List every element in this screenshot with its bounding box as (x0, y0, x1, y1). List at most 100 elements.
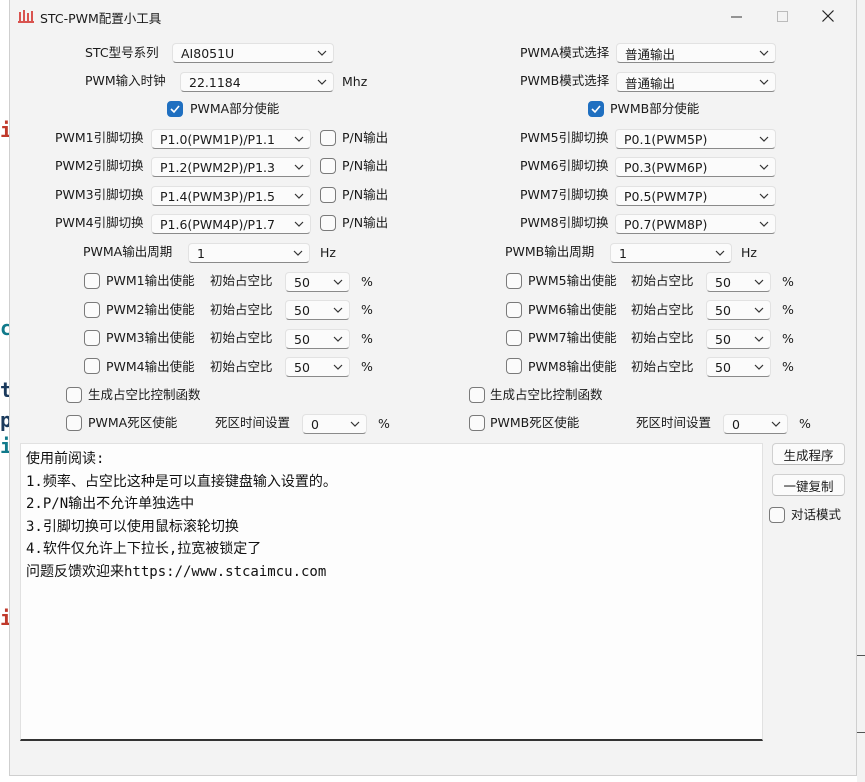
chevron-down-icon (288, 136, 310, 142)
pwma-dead-label: PWMA死区使能 (88, 415, 178, 430)
chevron-down-icon (311, 50, 333, 56)
pwmb-period-label: PWMB输出周期 (505, 244, 595, 259)
output-textarea[interactable]: 使用前阅读: 1.频率、占空比这种是可以直接键盘输入设置的。 2.P/N输出不允… (20, 443, 763, 741)
pwma-period-unit: Hz (320, 245, 336, 260)
pin-label: PWM8引脚切换 (520, 215, 609, 230)
pwma-dead-time-select[interactable]: 0 (302, 414, 367, 434)
chevron-down-icon (748, 279, 770, 285)
duty-value: 50 (294, 274, 310, 290)
pin-value: P0.5(PWM7P) (624, 188, 708, 204)
series-label: STC型号系列 (85, 45, 159, 60)
pn-output-label: P/N输出 (342, 187, 389, 202)
series-select[interactable]: AI8051U (172, 43, 334, 63)
output-enable-checkbox-pwm7[interactable] (506, 330, 522, 346)
pwma-dead-checkbox[interactable] (66, 415, 82, 431)
pn-output-checkbox-pwm3[interactable] (320, 187, 336, 203)
chevron-down-icon (327, 279, 349, 285)
duty-select-pwm1[interactable]: 50 (285, 272, 350, 292)
clock-label: PWM输入时钟 (85, 73, 166, 88)
output-enable-checkbox-pwm1[interactable] (84, 273, 100, 289)
pn-output-checkbox-pwm1[interactable] (320, 130, 336, 146)
duty-select-pwm2[interactable]: 50 (285, 300, 350, 320)
output-enable-label: PWM6输出使能 (528, 302, 617, 317)
text-line: 使用前阅读: (26, 451, 105, 467)
duty-unit: % (361, 274, 373, 289)
mode-a-label: PWMA模式选择 (520, 45, 610, 60)
title-bar[interactable]: STC-PWM配置小工具 (10, 0, 856, 32)
duty-unit: % (361, 331, 373, 346)
mode-a-select[interactable]: 普通输出 (616, 43, 776, 63)
dead-time-unit: % (378, 416, 390, 431)
dead-time-unit: % (799, 416, 811, 431)
duty-select-pwm5[interactable]: 50 (706, 272, 771, 292)
pwmb-dead-checkbox[interactable] (469, 415, 485, 431)
mode-b-value: 普通输出 (625, 75, 676, 91)
pwmb-enable-label: PWMB部分使能 (610, 101, 700, 116)
duty-value: 50 (294, 331, 310, 347)
pin-select-pwm7[interactable]: P0.5(PWM7P) (615, 186, 776, 206)
chevron-down-icon (753, 79, 775, 85)
dialog-mode-label: 对话模式 (791, 507, 842, 522)
duty-value: 50 (715, 274, 731, 290)
output-enable-label: PWM2输出使能 (106, 302, 195, 317)
output-enable-checkbox-pwm4[interactable] (84, 358, 100, 374)
pin-select-pwm8[interactable]: P0.7(PWM8P) (615, 214, 776, 234)
pn-output-checkbox-pwm2[interactable] (320, 158, 336, 174)
pn-output-checkbox-pwm4[interactable] (320, 215, 336, 231)
generate-button[interactable]: 生成程序 (772, 443, 845, 465)
pwma-period-select[interactable]: 1 (188, 243, 310, 263)
gen-func-checkbox-b[interactable] (469, 387, 485, 403)
mode-b-select[interactable]: 普通输出 (616, 72, 776, 92)
duty-label: 初始占空比 (631, 273, 694, 288)
output-enable-checkbox-pwm6[interactable] (506, 302, 522, 318)
close-button[interactable] (805, 0, 851, 32)
pwmb-enable-checkbox[interactable] (588, 101, 604, 117)
pin-value: P1.2(PWM2P)/P1.3 (160, 159, 275, 175)
pin-select-pwm3[interactable]: P1.4(PWM3P)/P1.5 (151, 186, 311, 206)
chevron-down-icon (327, 364, 349, 370)
duty-select-pwm6[interactable]: 50 (706, 300, 771, 320)
pin-select-pwm1[interactable]: P1.0(PWM1P)/P1.1 (151, 129, 311, 149)
duty-select-pwm7[interactable]: 50 (706, 329, 771, 349)
pwmb-period-unit: Hz (741, 245, 757, 260)
pwmb-dead-time-select[interactable]: 0 (723, 414, 788, 434)
duty-select-pwm4[interactable]: 50 (285, 357, 350, 377)
duty-select-pwm3[interactable]: 50 (285, 329, 350, 349)
duty-unit: % (782, 331, 794, 346)
output-enable-checkbox-pwm8[interactable] (506, 358, 522, 374)
text-line: 3.引脚切换可以使用鼠标滚轮切换 (26, 518, 239, 535)
clock-select[interactable]: 22.1184 (180, 72, 334, 92)
duty-label: 初始占空比 (210, 330, 273, 345)
gen-func-checkbox-a[interactable] (66, 387, 82, 403)
pin-value: P1.6(PWM4P)/P1.7 (160, 216, 275, 232)
pin-value: P0.1(PWM5P) (624, 131, 708, 147)
duty-select-pwm8[interactable]: 50 (706, 357, 771, 377)
minimize-icon (730, 16, 742, 17)
dead-time-value: 0 (311, 416, 319, 432)
output-enable-label: PWM4输出使能 (106, 359, 195, 374)
chevron-down-icon (753, 136, 775, 142)
pin-select-pwm2[interactable]: P1.2(PWM2P)/P1.3 (151, 157, 311, 177)
output-enable-checkbox-pwm2[interactable] (84, 302, 100, 318)
pin-select-pwm4[interactable]: P1.6(PWM4P)/P1.7 (151, 214, 311, 234)
output-enable-label: PWM5输出使能 (528, 273, 617, 288)
gen-func-label: 生成占空比控制函数 (88, 387, 201, 402)
pin-value: P0.7(PWM8P) (624, 216, 708, 232)
pin-select-pwm6[interactable]: P0.3(PWM6P) (615, 157, 776, 177)
copy-button[interactable]: 一键复制 (772, 474, 845, 496)
pwmb-dead-label: PWMB死区使能 (490, 415, 580, 430)
duty-value: 50 (715, 331, 731, 347)
chevron-down-icon (753, 193, 775, 199)
maximize-button[interactable] (759, 0, 805, 32)
background-right-edge (857, 0, 865, 782)
pwma-enable-checkbox[interactable] (167, 101, 183, 117)
pwmb-period-select[interactable]: 1 (610, 243, 732, 263)
minimize-button[interactable] (713, 0, 759, 32)
dialog-mode-checkbox[interactable] (769, 507, 785, 523)
pin-select-pwm5[interactable]: P0.1(PWM5P) (615, 129, 776, 149)
output-enable-checkbox-pwm5[interactable] (506, 273, 522, 289)
pn-output-label: P/N输出 (342, 158, 389, 173)
output-enable-checkbox-pwm3[interactable] (84, 330, 100, 346)
pin-label: PWM4引脚切换 (55, 215, 144, 230)
duty-unit: % (782, 274, 794, 289)
